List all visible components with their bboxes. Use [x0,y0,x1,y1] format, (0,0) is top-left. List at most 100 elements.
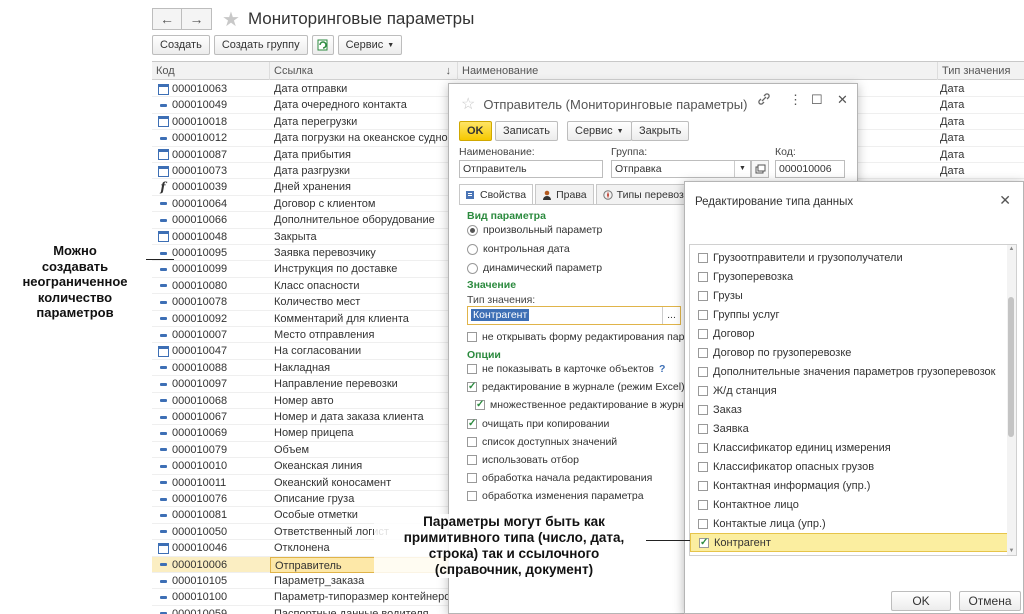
scroll-down-icon[interactable]: ▼ [1007,548,1016,554]
col-ref[interactable]: Ссылка ↓ [270,62,458,80]
create-button[interactable]: Создать [152,35,210,55]
scrollbar-thumb[interactable] [1008,297,1014,437]
type-list-item[interactable]: Заявка [690,419,1008,438]
row-ref: Дополнительное оборудование [274,214,435,227]
checkbox[interactable] [467,364,477,374]
code-input[interactable]: 000010006 [775,160,845,178]
close-icon[interactable]: ✕ [999,192,1011,209]
more-icon[interactable]: ⋮ [789,92,802,108]
type-list-item[interactable]: Группы услуг [690,305,1008,324]
checkbox[interactable] [698,290,708,301]
radio-button[interactable] [467,243,478,255]
type-list-item[interactable]: Дополнительные значения параметров грузо… [690,362,1008,381]
checkbox[interactable] [467,436,477,447]
option-item[interactable]: ✓ множественное редактирование в журнале [475,399,702,411]
checkbox[interactable] [698,366,708,377]
type-list-scrollbar[interactable]: ▲ ▼ [1007,245,1016,555]
checkbox[interactable] [698,404,708,415]
group-input[interactable]: Отправка ▼ [611,160,751,178]
checkbox[interactable] [698,347,708,358]
type-list-item[interactable]: Грузы [690,286,1008,305]
maximize-icon[interactable]: ☐ [811,92,823,108]
type-list-item[interactable]: Классификатор опасных грузов [690,457,1008,476]
radio-button[interactable] [467,224,478,236]
option-item[interactable]: обработка начала редактирования [467,472,652,484]
type-list-item[interactable]: Контактная информация (упр.) [690,476,1008,495]
refresh-button[interactable] [311,35,334,55]
type-item-label: Дополнительные значения параметров грузо… [713,365,996,378]
option-item[interactable]: список доступных значений [467,436,617,448]
save-button[interactable]: Записать [495,121,559,141]
service-menu-button[interactable]: Сервис ▼ [337,35,403,55]
col-name[interactable]: Наименование [458,62,938,80]
row-ref: Океанский коносамент [274,476,392,489]
type-list-item[interactable]: Ж/д станция [690,381,1008,400]
type-list-item[interactable]: ✓ Контрагент [690,533,1008,552]
col-type[interactable]: Тип значения [938,62,1024,80]
checkbox[interactable] [467,455,477,465]
help-icon[interactable]: ? [659,363,665,375]
ok-button[interactable]: OK [891,591,951,611]
param-kind-radio[interactable]: динамический параметр [467,262,602,274]
option-item[interactable]: обработка изменения параметра [467,490,644,502]
row-icon [156,589,170,605]
checkbox[interactable] [698,442,708,453]
checkbox[interactable] [467,332,477,342]
type-list-item[interactable]: Контактное лицо [690,495,1008,514]
type-list-item[interactable]: Договор по грузоперевозке [690,343,1008,362]
service-menu-button[interactable]: Сервис ▼ [567,121,632,141]
checkbox[interactable] [698,252,708,263]
type-list-item[interactable]: Договор [690,324,1008,343]
option-item[interactable]: не показывать в карточке объектов? [467,363,665,375]
param-kind-radio[interactable]: произвольный параметр [467,224,602,236]
row-code: 000010092 [172,312,228,325]
option-item[interactable]: использовать отбор [467,454,579,466]
chevron-down-icon[interactable]: ▼ [734,161,750,177]
favorite-star-icon[interactable]: ★ [222,7,240,32]
checkbox[interactable] [698,385,708,396]
checkbox[interactable]: ✓ [475,400,485,411]
checkbox[interactable] [698,423,708,434]
checkbox[interactable]: ✓ [467,418,477,429]
option-item[interactable]: ✓ очищать при копировании [467,418,609,430]
close-button[interactable]: Закрыть [631,121,690,141]
scroll-up-icon[interactable]: ▲ [1007,246,1016,252]
checkbox[interactable] [698,328,708,339]
checkbox[interactable]: ✓ [467,382,477,393]
open-group-button[interactable] [751,160,769,178]
checkbox[interactable] [698,309,708,320]
radio-button[interactable] [467,262,478,274]
select-type-button[interactable]: ... [662,307,680,324]
col-code[interactable]: Код [152,62,270,80]
name-input[interactable]: Отправитель [459,160,603,178]
option-item[interactable]: ✓ редактирование в журнале (режим Excel) [467,381,685,393]
back-button[interactable]: ← [152,8,182,30]
type-list-item[interactable]: Заказ [690,400,1008,419]
main-header: ← → ★ Мониторинговые параметры [152,6,474,32]
link-icon[interactable] [757,92,771,109]
no-edit-form-option[interactable]: не открывать форму редактирования параме… [467,331,720,343]
checkbox[interactable] [467,491,477,502]
type-list-item[interactable]: Контактые лица (упр.) [690,514,1008,533]
checkbox[interactable] [698,480,708,491]
ok-button[interactable]: OK [459,121,492,141]
type-list-item[interactable]: Грузоотправители и грузополучатели [690,248,1008,267]
checkbox[interactable]: ✓ [699,537,709,548]
forward-button[interactable]: → [182,8,212,30]
cancel-button[interactable]: Отмена [959,591,1021,611]
checkbox[interactable] [698,518,708,529]
checkbox[interactable] [698,271,708,282]
tab-rights[interactable]: Права [535,184,594,204]
dash-icon [159,202,167,206]
close-icon[interactable]: ✕ [837,92,848,108]
create-group-button[interactable]: Создать группу [213,35,308,55]
type-input[interactable]: Контрагент ... [467,306,681,325]
param-kind-radio[interactable]: контрольная дата [467,243,570,255]
checkbox[interactable] [698,461,708,472]
favorite-star-icon[interactable]: ☆ [461,94,475,114]
type-list-item[interactable]: Классификатор единиц измерения [690,438,1008,457]
type-list-item[interactable]: Грузоперевозка [690,267,1008,286]
checkbox[interactable] [467,473,477,484]
tab-properties[interactable]: Свойства [459,184,534,205]
checkbox[interactable] [698,499,708,510]
